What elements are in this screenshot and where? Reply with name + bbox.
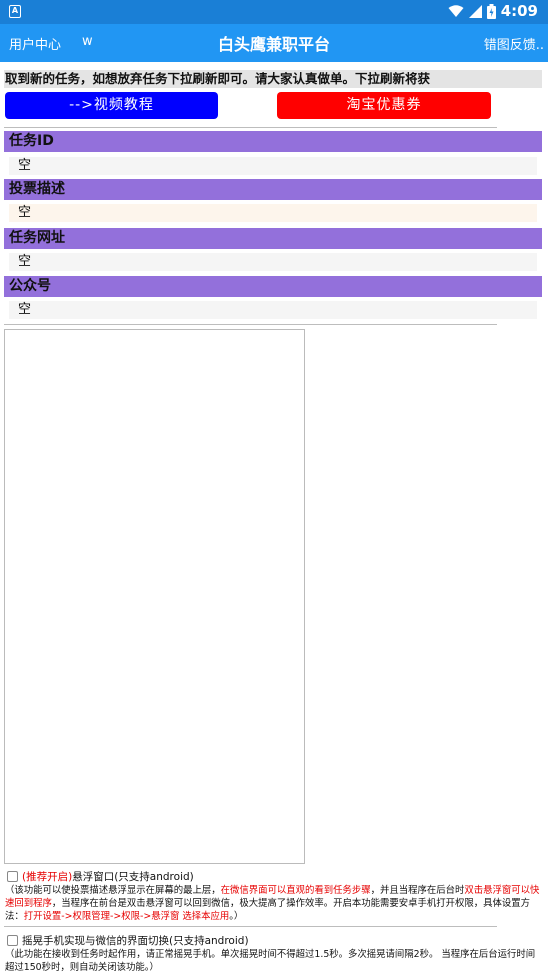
vote-description-value: 空 xyxy=(9,204,537,222)
divider xyxy=(4,926,497,927)
float-window-option[interactable]: (推荐开启) 悬浮窗口(只支持android) xyxy=(7,869,194,884)
task-url-value[interactable]: 空 xyxy=(9,253,537,271)
error-report-link[interactable]: 错图反馈.. xyxy=(484,34,544,53)
official-account-value: 空 xyxy=(9,301,537,319)
app-notification-icon: A xyxy=(9,5,21,18)
status-icons: 4:09 xyxy=(448,2,538,20)
battery-icon xyxy=(486,3,496,19)
vote-description-header: 投票描述 xyxy=(4,179,542,200)
taobao-coupon-button[interactable]: 淘宝优惠券 xyxy=(277,92,491,119)
task-id-header: 任务ID xyxy=(4,131,542,152)
notice-banner: 取到新的任务，如想放弃任务下拉刷新即可。请大家认真做单。下拉刷新将获 xyxy=(4,70,542,88)
status-time: 4:09 xyxy=(500,2,538,20)
shake-switch-description: （此功能在接收到任务时起作用，请正常摇晃手机。单次摇晃时间不得超过1.5秒。多次… xyxy=(5,949,536,973)
status-bar: A 4:09 xyxy=(0,0,548,24)
wifi-icon xyxy=(448,4,464,17)
official-account-header: 公众号 xyxy=(4,276,542,297)
app-bar: 用户中心 w 白头鹰兼职平台 错图反馈.. xyxy=(0,24,548,62)
float-window-checkbox[interactable] xyxy=(7,871,18,882)
shake-switch-checkbox[interactable] xyxy=(7,935,18,946)
recommended-tag: (推荐开启) xyxy=(22,871,73,883)
shake-switch-label: 摇晃手机实现与微信的界面切换(只支持android) xyxy=(22,935,249,947)
task-id-value: 空 xyxy=(9,157,537,175)
video-tutorial-button[interactable]: -->视频教程 xyxy=(5,92,218,119)
float-window-label: 悬浮窗口(只支持android) xyxy=(72,871,194,883)
float-window-description: （该功能可以使投票描述悬浮显示在屏幕的最上层，在微信界面可以直观的看到任务步骤，… xyxy=(5,885,540,922)
app-title: 白头鹰兼职平台 xyxy=(217,35,330,54)
signal-icon xyxy=(468,4,482,18)
task-web-frame[interactable] xyxy=(4,329,305,864)
divider xyxy=(4,127,497,128)
task-url-header: 任务网址 xyxy=(4,228,542,249)
divider xyxy=(4,324,497,325)
shake-switch-option[interactable]: 摇晃手机实现与微信的界面切换(只支持android) xyxy=(7,933,249,948)
